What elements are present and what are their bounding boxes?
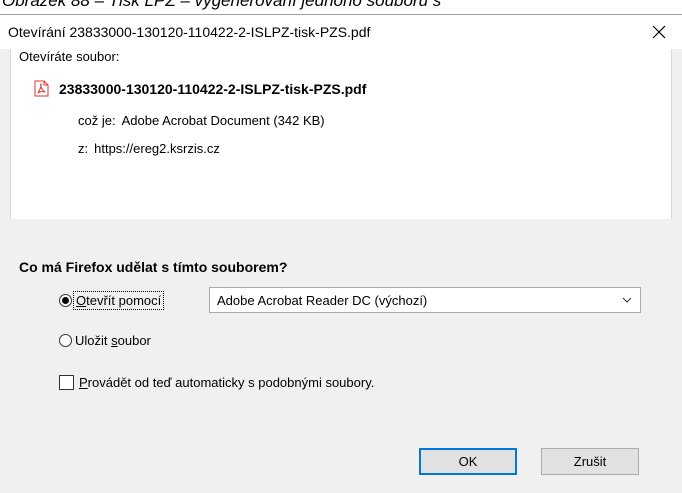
auto-action-label: Provádět od teď automaticky s podobnými … bbox=[79, 375, 375, 390]
save-file-label: Uložit soubor bbox=[75, 333, 151, 348]
document-caption: Obrázek 88 – Tisk LPZ – vygenerování jed… bbox=[2, 0, 442, 10]
file-row: 23833000-130120-110422-2-ISLPZ-tisk-PZS.… bbox=[34, 80, 366, 97]
open-with-option[interactable]: Otevřít pomocí bbox=[59, 291, 165, 310]
close-icon bbox=[652, 25, 666, 39]
pdf-file-icon bbox=[34, 80, 49, 97]
file-type-label: což je: bbox=[78, 113, 116, 128]
file-source-value: https://ereg2.ksrzis.cz bbox=[94, 141, 220, 156]
opening-label: Otevíráte soubor: bbox=[19, 49, 120, 64]
open-with-radio[interactable] bbox=[59, 294, 72, 307]
file-name: 23833000-130120-110422-2-ISLPZ-tisk-PZS.… bbox=[59, 80, 367, 97]
save-file-option[interactable]: Uložit soubor bbox=[59, 333, 151, 348]
ok-button[interactable]: OK bbox=[419, 448, 517, 475]
download-dialog: Otevírání 23833000-130120-110422-2-ISLPZ… bbox=[0, 14, 682, 493]
close-button[interactable] bbox=[636, 15, 682, 49]
cancel-button[interactable]: Zrušit bbox=[541, 448, 639, 475]
dialog-title: Otevírání 23833000-130120-110422-2-ISLPZ… bbox=[8, 24, 371, 40]
open-with-label: Otevřít pomocí bbox=[72, 291, 165, 310]
file-type-row: což je: Adobe Acrobat Document (342 KB) bbox=[78, 113, 325, 128]
application-select[interactable]: Adobe Acrobat Reader DC (výchozí) bbox=[209, 287, 641, 313]
file-source-label: z: bbox=[78, 141, 89, 156]
auto-action-checkbox[interactable] bbox=[59, 375, 74, 390]
file-info-panel bbox=[10, 49, 672, 219]
save-file-radio[interactable] bbox=[59, 334, 72, 347]
file-type-value: Adobe Acrobat Document (342 KB) bbox=[121, 113, 325, 128]
application-select-value: Adobe Acrobat Reader DC (výchozí) bbox=[217, 293, 428, 308]
action-question: Co má Firefox udělat s tímto souborem? bbox=[19, 259, 288, 275]
title-bar[interactable]: Otevírání 23833000-130120-110422-2-ISLPZ… bbox=[0, 15, 682, 49]
auto-action-option[interactable]: Provádět od teď automaticky s podobnými … bbox=[59, 375, 374, 390]
chevron-down-icon bbox=[622, 297, 632, 303]
file-source-row: z: https://ereg2.ksrzis.cz bbox=[78, 141, 220, 156]
